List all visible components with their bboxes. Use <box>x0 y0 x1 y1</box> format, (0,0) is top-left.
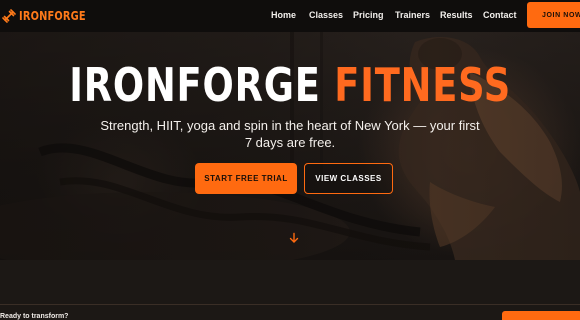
section-divider <box>0 304 580 305</box>
hero-title: IRONFORGE FITNESS <box>0 58 580 112</box>
cta-strip-heading: Ready to transform? <box>0 313 69 320</box>
hero-section: IRONFORGE FITNESS Strength, HIIT, yoga a… <box>0 32 580 260</box>
cta-strip-button[interactable] <box>502 311 580 320</box>
arrow-down-icon[interactable] <box>288 232 300 244</box>
nav-link-home[interactable]: Home <box>271 10 296 20</box>
hero-title-brand: IRONFORGE <box>69 58 321 112</box>
brand-name: IRONFORGE <box>19 9 86 23</box>
start-free-trial-button[interactable]: START FREE TRIAL <box>195 163 297 194</box>
nav-link-contact[interactable]: Contact <box>483 10 517 20</box>
join-now-button[interactable]: JOIN NOW <box>527 2 580 28</box>
nav-link-trainers[interactable]: Trainers <box>395 10 430 20</box>
page: IRONFORGE Home Classes Pricing Trainers … <box>0 0 580 320</box>
brand-logo[interactable]: IRONFORGE <box>2 8 100 24</box>
dumbbell-logo-icon <box>2 9 16 23</box>
hero-title-accent: FITNESS <box>334 58 511 112</box>
nav-link-results[interactable]: Results <box>440 10 473 20</box>
nav-link-pricing[interactable]: Pricing <box>353 10 384 20</box>
top-navbar: IRONFORGE Home Classes Pricing Trainers … <box>0 0 580 32</box>
nav-link-classes[interactable]: Classes <box>309 10 343 20</box>
hero-subtitle: Strength, HIIT, yoga and spin in the hea… <box>100 118 480 150</box>
lower-section <box>0 260 580 320</box>
view-classes-button[interactable]: VIEW CLASSES <box>304 163 393 194</box>
